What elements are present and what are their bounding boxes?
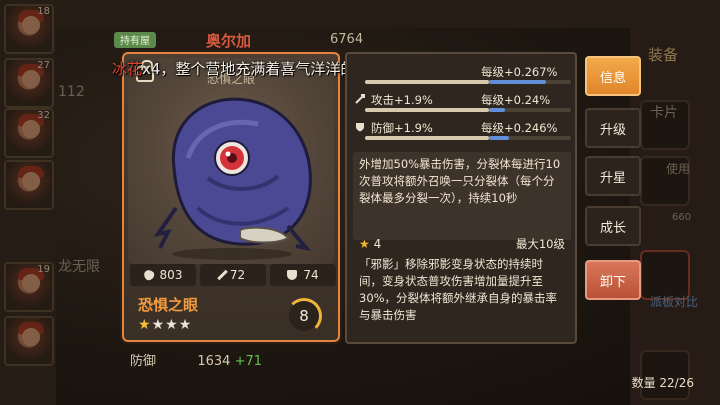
attribute-bar xyxy=(365,80,571,84)
defense-stat: 74 xyxy=(270,264,336,286)
inventory-count: 数量 22/26 xyxy=(631,376,694,390)
attribute-row: 攻击+1.9% 每级+0.24% xyxy=(355,90,571,112)
attribute-bar xyxy=(365,136,571,140)
hero-name: 恐惧之眼 xyxy=(138,296,199,314)
heart-icon xyxy=(141,267,156,283)
shield-icon xyxy=(287,270,298,280)
skill-max-level: 最大10级 xyxy=(515,237,565,251)
hp-value: 803 xyxy=(159,268,183,282)
banner-prefix: 冰花 xyxy=(112,60,143,78)
defense-footer-bonus: +71 xyxy=(234,354,263,369)
attribute-growth: 每级+0.246% xyxy=(481,121,558,135)
defense-value: 74 xyxy=(303,268,319,282)
star-icon: ★ xyxy=(165,317,179,333)
tab-growth[interactable]: 成长 xyxy=(585,206,641,246)
level-badge: 8 xyxy=(286,298,322,334)
attack-stat: 72 xyxy=(200,264,266,286)
defense-footer-label: 防御 xyxy=(130,354,157,369)
tab-upgrade[interactable]: 升级 xyxy=(585,108,641,148)
hp-stat: 803 xyxy=(130,264,196,286)
attack-value: 72 xyxy=(229,268,246,282)
power-value: 6764 xyxy=(330,32,364,47)
attribute-row: 每级+0.267% xyxy=(355,62,571,84)
sword-icon xyxy=(217,269,228,281)
star-icon: ★ xyxy=(138,317,152,333)
skill-section: ★ 4 最大10级 「邪影」移除邪影变身状态的持续时间，变身状态普攻伤害增加量提… xyxy=(353,232,571,338)
sword-icon xyxy=(355,94,365,104)
hero-info-panel: 每级+0.267% 攻击+1.9% 每级+0.24% 防御+1.9% 每级+0.… xyxy=(345,52,577,344)
tab-star-up[interactable]: 升星 xyxy=(585,156,641,196)
hero-name-header: 奥尔加 xyxy=(206,32,252,50)
attribute-growth: 每级+0.24% xyxy=(481,93,551,107)
star-icon: ★ xyxy=(178,317,193,333)
eye-monster-illustration xyxy=(153,97,312,260)
skill-description: 「邪影」移除邪影变身状态的持续时间，变身状态普攻伤害增加量提升至30%，分裂体将… xyxy=(359,257,558,322)
attribute-label: 攻击+1.9% xyxy=(371,93,433,107)
hero-tag: 持有屋 xyxy=(114,32,156,48)
hero-portrait: 恐惧之眼 xyxy=(128,58,334,264)
attribute-label: 防御+1.9% xyxy=(371,121,433,135)
skill-stars: ★ 4 xyxy=(359,236,381,253)
hero-stats: 803 72 74 xyxy=(130,264,336,286)
defense-footer-value: 1634 xyxy=(197,354,231,369)
star-icon: ★ xyxy=(151,317,166,333)
tab-info[interactable]: 信息 xyxy=(585,56,641,96)
ability-description: 外增加50%暴击伤害，分裂体每进行10次普攻将额外召唤一只分裂体（每个分裂体最多… xyxy=(353,152,571,240)
unequip-button[interactable]: 卸下 xyxy=(585,260,641,300)
star-icon: ★ xyxy=(359,237,370,251)
defense-footer: 防御 1634 +71 xyxy=(130,350,262,369)
attribute-growth: 每级+0.267% xyxy=(481,65,558,79)
hero-card: 恐惧之眼 803 72 74 恐惧之眼 ★★★★ 8 xyxy=(122,52,340,342)
skill-star-count: 4 xyxy=(373,237,382,251)
star-rating: ★★★★ xyxy=(138,317,192,333)
attribute-row: 防御+1.9% 每级+0.246% xyxy=(355,118,571,140)
shield-icon xyxy=(356,123,364,132)
attribute-bar xyxy=(365,108,571,112)
